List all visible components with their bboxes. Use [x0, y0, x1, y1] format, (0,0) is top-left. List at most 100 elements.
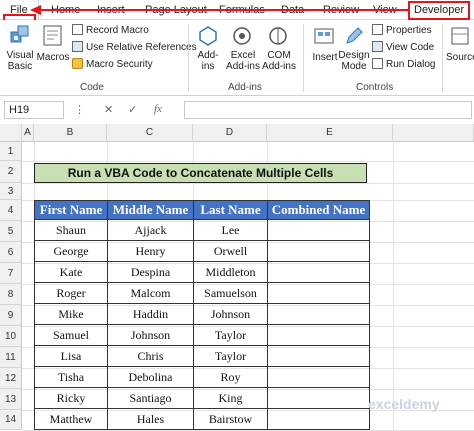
warning-icon	[72, 58, 83, 69]
table-cell[interactable]: Lisa	[34, 345, 108, 367]
table-cell[interactable]	[267, 408, 370, 430]
insert-controls-button[interactable]: Insert	[310, 52, 340, 63]
row-header[interactable]: 12	[0, 368, 22, 389]
table-cell[interactable]: Samuel	[34, 324, 108, 346]
table-cell[interactable]: Chris	[107, 345, 194, 367]
row-header[interactable]: 6	[0, 242, 22, 263]
table-cell[interactable]	[267, 324, 370, 346]
worksheet-grid: A B C D E 1 2 3 4 5 6 7 8 9 10 11 12 13 14 Run a VBA …	[0, 124, 474, 431]
table-cell[interactable]	[267, 219, 370, 241]
column-header-e[interactable]: E	[267, 124, 393, 142]
table-cell[interactable]	[267, 240, 370, 262]
group-separator	[442, 24, 443, 92]
table-cell[interactable]: Orwell	[193, 240, 268, 262]
column-header-f[interactable]	[393, 124, 474, 142]
record-macro-icon	[72, 24, 83, 35]
row-header[interactable]: 10	[0, 326, 22, 347]
table-cell[interactable]: George	[34, 240, 108, 262]
table-cell[interactable]: Roy	[193, 366, 268, 388]
row-header[interactable]: 1	[0, 142, 22, 161]
table-cell[interactable]: King	[193, 387, 268, 409]
header-combined-name[interactable]: Combined Name	[267, 200, 370, 220]
table-cell[interactable]	[267, 261, 370, 283]
view-code-button[interactable]: View Code	[372, 41, 434, 55]
header-last-name[interactable]: Last Name	[193, 200, 268, 220]
column-header-b[interactable]: B	[34, 124, 107, 142]
relative-references-icon	[72, 41, 83, 52]
excel-addins-button[interactable]: Excel Add-ins	[226, 50, 260, 72]
table-cell[interactable]: Bairstow	[193, 408, 268, 430]
visual-basic-label-1: Visual	[6, 50, 34, 61]
row-header[interactable]: 2	[0, 161, 22, 183]
cancel-icon[interactable]: ✕	[104, 103, 113, 116]
table-cell[interactable]: Kate	[34, 261, 108, 283]
row-header[interactable]: 5	[0, 221, 22, 242]
table-cell[interactable]: Ajjack	[107, 219, 194, 241]
formula-input[interactable]	[184, 101, 472, 119]
table-cell[interactable]: Despina	[107, 261, 194, 283]
table-cell[interactable]: Johnson	[193, 303, 268, 325]
com-addins-button[interactable]: COM Add-ins	[262, 50, 296, 72]
table-cell[interactable]	[267, 366, 370, 388]
table-cell[interactable]: Taylor	[193, 345, 268, 367]
table-row: Kate Despina Middleton	[34, 261, 370, 283]
table-row: Matthew Hales Bairstow	[34, 408, 370, 430]
addins-button[interactable]: Add- ins	[194, 50, 222, 72]
source-icon	[451, 27, 469, 45]
table-cell[interactable]: Samuelson	[193, 282, 268, 304]
table-cell[interactable]: Hales	[107, 408, 194, 430]
table-cell[interactable]: Roger	[34, 282, 108, 304]
row-header[interactable]: 7	[0, 263, 22, 284]
macros-button[interactable]: Macros	[36, 52, 70, 63]
table-cell[interactable]	[267, 387, 370, 409]
record-macro-button[interactable]: Record Macro	[72, 24, 149, 38]
table-cell[interactable]: Haddin	[107, 303, 194, 325]
row-header[interactable]: 8	[0, 284, 22, 305]
table-row: Ricky Santiago King	[34, 387, 370, 409]
table-cell[interactable]: Lee	[193, 219, 268, 241]
table-cell[interactable]: Malcom	[107, 282, 194, 304]
row-header[interactable]: 11	[0, 347, 22, 368]
table-cell[interactable]: Tisha	[34, 366, 108, 388]
header-first-name[interactable]: First Name	[34, 200, 108, 220]
table-cell[interactable]	[267, 303, 370, 325]
relative-references-button[interactable]: Use Relative References	[72, 41, 197, 55]
table-cell[interactable]: Ricky	[34, 387, 108, 409]
row-header[interactable]: 4	[0, 200, 22, 221]
name-box[interactable]: H19	[4, 101, 64, 119]
table-cell[interactable]: Santiago	[107, 387, 194, 409]
excel-addins-label-2: Add-ins	[226, 61, 260, 72]
properties-label: Properties	[386, 25, 432, 36]
enter-icon[interactable]: ✓	[128, 103, 137, 116]
row-header[interactable]: 13	[0, 389, 22, 410]
table-cell[interactable]: Johnson	[107, 324, 194, 346]
row-header[interactable]: 3	[0, 183, 22, 200]
source-button[interactable]: Source	[446, 52, 474, 63]
run-dialog-button[interactable]: Run Dialog	[372, 58, 435, 72]
design-mode-button[interactable]: Design Mode	[338, 50, 370, 72]
row-header[interactable]: 9	[0, 305, 22, 326]
column-header-c[interactable]: C	[107, 124, 193, 142]
table-cell[interactable]: Middleton	[193, 261, 268, 283]
function-icon[interactable]: fx	[154, 103, 162, 115]
table-cell[interactable]	[267, 345, 370, 367]
table-cell[interactable]	[267, 282, 370, 304]
table-cell[interactable]: Shaun	[34, 219, 108, 241]
excel-addins-label-1: Excel	[230, 50, 256, 61]
header-middle-name[interactable]: Middle Name	[107, 200, 194, 220]
row-header[interactable]: 14	[0, 410, 22, 430]
properties-button[interactable]: Properties	[372, 24, 432, 38]
addins-label-2: ins	[201, 61, 215, 72]
sheet-title[interactable]: Run a VBA Code to Concatenate Multiple C…	[34, 163, 367, 183]
run-dialog-label: Run Dialog	[386, 59, 436, 70]
macro-security-button[interactable]: Macro Security	[72, 58, 153, 72]
table-cell[interactable]: Debolina	[107, 366, 194, 388]
table-cell[interactable]: Matthew	[34, 408, 108, 430]
table-cell[interactable]: Taylor	[193, 324, 268, 346]
table-cell[interactable]: Henry	[107, 240, 194, 262]
column-header-a[interactable]: A	[22, 124, 34, 142]
visual-basic-button[interactable]: Visual Basic	[4, 50, 36, 72]
column-header-d[interactable]: D	[193, 124, 267, 142]
table-cell[interactable]: Mike	[34, 303, 108, 325]
select-all-corner[interactable]	[0, 124, 22, 142]
